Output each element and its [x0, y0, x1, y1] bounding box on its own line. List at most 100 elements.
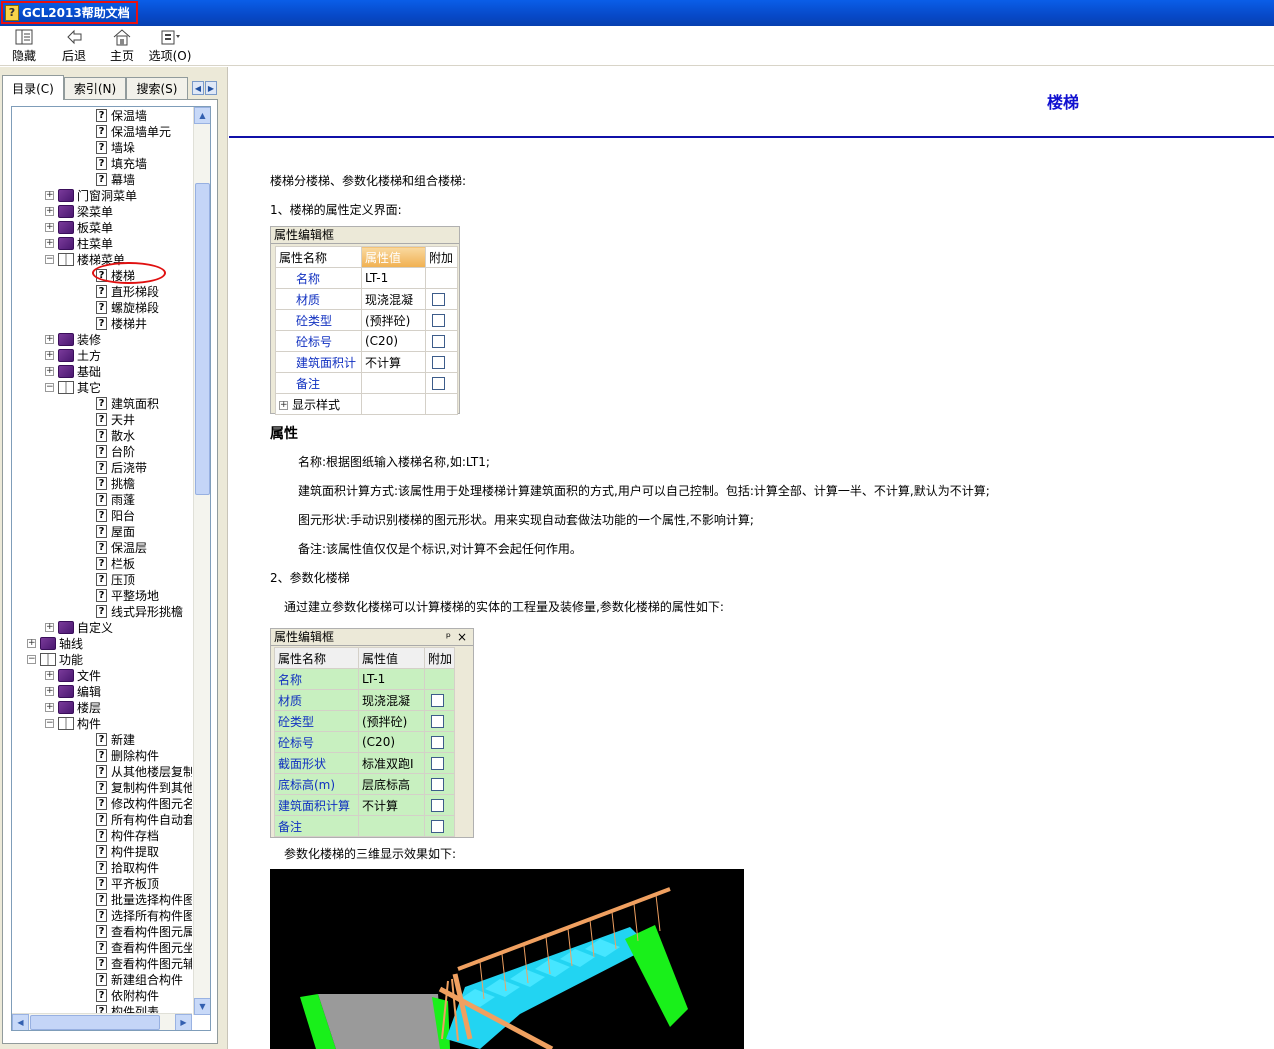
scroll-thumb[interactable] [195, 183, 210, 495]
tree-item[interactable]: + 文件 [45, 667, 101, 683]
tree-item[interactable]: ? 屋面 [96, 523, 135, 539]
expand-icon[interactable]: + [45, 334, 54, 344]
property-row[interactable]: 底标高(m) 层底标高 [274, 773, 455, 795]
tree-item[interactable]: ? 建筑面积 [96, 395, 159, 411]
property-value[interactable]: 层底标高 [358, 773, 425, 795]
tree-item[interactable]: ? 雨蓬 [96, 491, 135, 507]
additional-checkbox[interactable] [431, 694, 444, 707]
expand-icon[interactable]: + [45, 238, 54, 248]
tree-item[interactable]: ? 栏板 [96, 555, 135, 571]
tab-scroll-right-icon[interactable]: ▶ [205, 81, 217, 95]
expand-icon[interactable]: + [45, 622, 54, 632]
tree-vertical-scrollbar[interactable]: ▲ ▼ [193, 107, 210, 1015]
tree-item[interactable]: ? 挑檐 [96, 475, 135, 491]
tree-item[interactable]: ? 幕墙 [96, 171, 135, 187]
tree-item[interactable]: ? 构件存档 [96, 827, 159, 843]
tree-item[interactable]: ? 螺旋梯段 [96, 299, 159, 315]
additional-checkbox[interactable] [431, 736, 444, 749]
tree-item[interactable]: + 编辑 [45, 683, 101, 699]
tree-item[interactable]: + 柱菜单 [45, 235, 113, 251]
tree-item[interactable]: − 功能 [27, 651, 83, 667]
h-scroll-thumb[interactable] [30, 1015, 160, 1030]
tree-item[interactable]: ? 台阶 [96, 443, 135, 459]
back-button[interactable]: 后退 [58, 28, 90, 64]
tree-item[interactable]: ? 新建组合构件 [96, 971, 183, 987]
tab-index[interactable]: 索引(N) [64, 77, 126, 99]
tree-item[interactable]: + 门窗洞菜单 [45, 187, 137, 203]
property-row[interactable]: 材质 现浇混凝 [275, 288, 458, 310]
property-value[interactable]: 现浇混凝 [361, 288, 426, 310]
tree-item[interactable]: + 装修 [45, 331, 101, 347]
additional-checkbox[interactable] [432, 356, 445, 369]
expand-icon[interactable]: + [45, 206, 54, 216]
collapse-icon[interactable]: − [45, 382, 54, 392]
additional-checkbox[interactable] [431, 799, 444, 812]
property-row[interactable]: 砼标号 (C20) [275, 330, 458, 352]
collapse-icon[interactable]: − [45, 254, 54, 264]
property-value[interactable]: 不计算 [361, 351, 426, 373]
additional-checkbox[interactable] [431, 757, 444, 770]
tree-item[interactable]: ? 平齐板顶 [96, 875, 159, 891]
tree-item[interactable]: ? 删除构件 [96, 747, 159, 763]
scroll-right-icon[interactable]: ▶ [175, 1014, 192, 1030]
expand-icon[interactable]: + [27, 638, 36, 648]
property-value[interactable]: LT-1 [358, 668, 425, 690]
collapse-icon[interactable]: − [45, 718, 54, 728]
tree-item[interactable]: ? 依附构件 [96, 987, 159, 1003]
additional-checkbox[interactable] [432, 377, 445, 390]
expand-icon[interactable]: + [45, 190, 54, 200]
property-value[interactable]: (C20) [358, 731, 425, 753]
tab-contents[interactable]: 目录(C) [2, 75, 64, 100]
additional-checkbox[interactable] [431, 715, 444, 728]
additional-checkbox[interactable] [431, 820, 444, 833]
property-row[interactable]: 建筑面积计算 不计算 [274, 794, 455, 816]
tree-item[interactable]: ? 平整场地 [96, 587, 159, 603]
tree-item[interactable]: ? 新建 [96, 731, 135, 747]
expand-icon[interactable]: + [45, 366, 54, 376]
additional-checkbox[interactable] [432, 314, 445, 327]
property-row[interactable]: 截面形状 标准双跑I [274, 752, 455, 774]
tree-item[interactable]: + 板菜单 [45, 219, 113, 235]
tree-item[interactable]: ? 批量选择构件图 [96, 891, 192, 907]
expand-icon[interactable]: + [45, 222, 54, 232]
property-value[interactable]: (预拌砼) [361, 309, 426, 331]
expand-icon[interactable]: + [279, 400, 288, 410]
scroll-up-icon[interactable]: ▲ [194, 107, 210, 124]
tree-item[interactable]: + 轴线 [27, 635, 83, 651]
property-value[interactable]: 现浇混凝 [358, 689, 425, 711]
property-value[interactable]: LT-1 [361, 267, 426, 289]
tree-item[interactable]: − 其它 [45, 379, 101, 395]
property-row[interactable]: 备注 [274, 815, 455, 837]
tab-search[interactable]: 搜索(S) [126, 77, 188, 99]
property-value[interactable]: (预拌砼) [358, 710, 425, 732]
tree-item[interactable]: ? 保温墙 [96, 107, 147, 123]
tree-item[interactable]: ? 楼梯井 [96, 315, 147, 331]
property-value[interactable]: (C20) [361, 330, 426, 352]
tree-item[interactable]: + 土方 [45, 347, 101, 363]
tree-item[interactable]: ? 保温层 [96, 539, 147, 555]
tree-item[interactable]: ? 选择所有构件图 [96, 907, 192, 923]
expand-icon[interactable]: + [45, 670, 54, 680]
property-value[interactable] [361, 372, 426, 394]
expand-icon[interactable]: + [45, 686, 54, 696]
tree-item[interactable]: ? 所有构件自动套 [96, 811, 192, 827]
tree-item[interactable]: ? 查看构件图元坐 [96, 939, 192, 955]
property-row[interactable]: 备注 [275, 372, 458, 394]
property-row[interactable]: 砼类型 (预拌砼) [274, 710, 455, 732]
expand-icon[interactable]: + [45, 350, 54, 360]
tree-item[interactable]: ? 直形梯段 [96, 283, 159, 299]
tree-item[interactable]: ? 构件提取 [96, 843, 159, 859]
pane-splitter[interactable] [222, 67, 228, 1049]
tree-item[interactable]: ? 墙垛 [96, 139, 135, 155]
tree-horizontal-scrollbar[interactable]: ◀ ▶ [12, 1013, 192, 1030]
property-row[interactable]: 名称 LT-1 [275, 267, 458, 289]
tree-item[interactable]: ? 压顶 [96, 571, 135, 587]
tree-item[interactable]: + 基础 [45, 363, 101, 379]
property-row[interactable]: 砼类型 (预拌砼) [275, 309, 458, 331]
options-button[interactable]: 选项(O) [148, 28, 192, 64]
tree-item[interactable]: + 梁菜单 [45, 203, 113, 219]
property-value[interactable] [358, 815, 425, 837]
hide-button[interactable]: 隐藏 [8, 28, 40, 64]
tree-item[interactable]: ? 散水 [96, 427, 135, 443]
property-value[interactable]: 标准双跑I [358, 752, 425, 774]
